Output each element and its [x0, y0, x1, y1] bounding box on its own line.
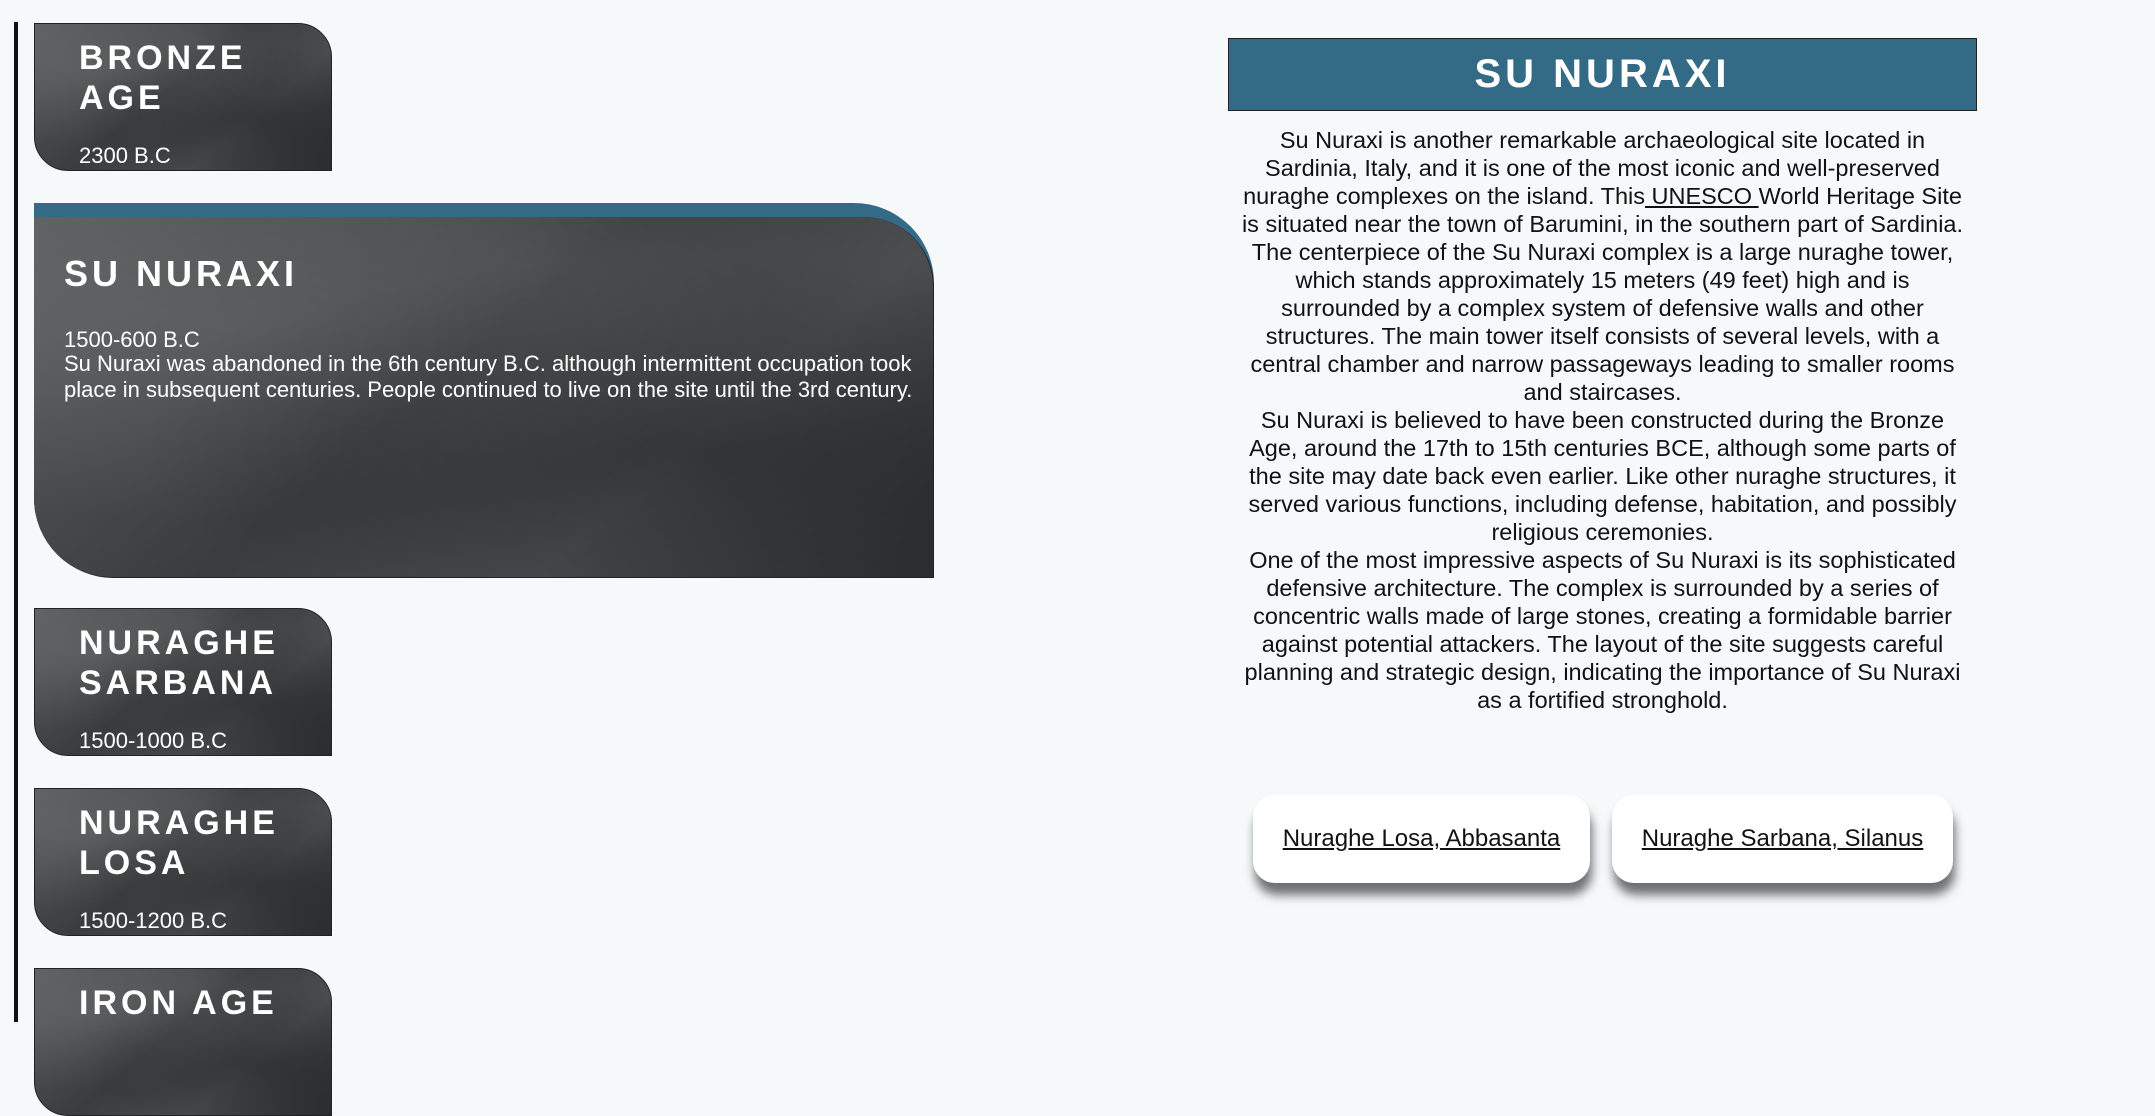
detail-paragraph-4: One of the most impressive aspects of Su… — [1244, 547, 1961, 713]
detail-title: SU NURAXI — [1228, 38, 1977, 111]
timeline-card-date: 1500-1200 B.C — [79, 908, 227, 933]
timeline-card-date: 1500-600 B.C — [64, 327, 200, 352]
detail-paragraph-2: The centerpiece of the Su Nuraxi complex… — [1250, 239, 1955, 405]
timeline-card-nuraghe-sarbana[interactable]: NURAGHE SARBANA 1500-1000 B.C — [34, 608, 332, 756]
related-link-nuraghe-losa[interactable]: Nuraghe Losa, Abbasanta — [1253, 795, 1590, 883]
timeline-card-title: IRON AGE — [79, 984, 278, 1022]
timeline-card-bronze-age[interactable]: BRONZE AGE 2300 B.C — [34, 23, 332, 171]
related-link-nuraghe-sarbana[interactable]: Nuraghe Sarbana, Silanus — [1612, 795, 1953, 883]
detail-paragraph-3: Su Nuraxi is believed to have been const… — [1248, 407, 1957, 545]
detail-paragraph-1: Su Nuraxi is another remarkable archaeol… — [1238, 126, 1967, 238]
timeline-card-description: Su Nuraxi was abandoned in the 6th centu… — [64, 351, 913, 402]
detail-text: Su Nuraxi is another remarkable archaeol… — [1238, 126, 1967, 714]
timeline-card-nuraghe-losa[interactable]: NURAGHE LOSA 1500-1200 B.C — [34, 788, 332, 936]
timeline-card-iron-age[interactable]: IRON AGE — [34, 968, 332, 1116]
unesco-link[interactable]: UNESCO — [1645, 183, 1759, 209]
timeline-card-date: 1500-1000 B.C — [79, 728, 227, 753]
timeline-card-date: 2300 B.C — [79, 143, 171, 168]
timeline-card-title: NURAGHE LOSA — [79, 804, 279, 882]
timeline-card-title: SU NURAXI — [64, 253, 299, 294]
timeline-line — [14, 22, 18, 1022]
timeline-card-su-nuraxi-active[interactable]: SU NURAXI 1500-600 B.C Su Nuraxi was aba… — [34, 203, 934, 578]
timeline-card-title: BRONZE AGE — [79, 39, 247, 117]
active-card-stone: SU NURAXI 1500-600 B.C Su Nuraxi was aba… — [34, 217, 934, 578]
timeline-card-title: NURAGHE SARBANA — [79, 624, 279, 702]
